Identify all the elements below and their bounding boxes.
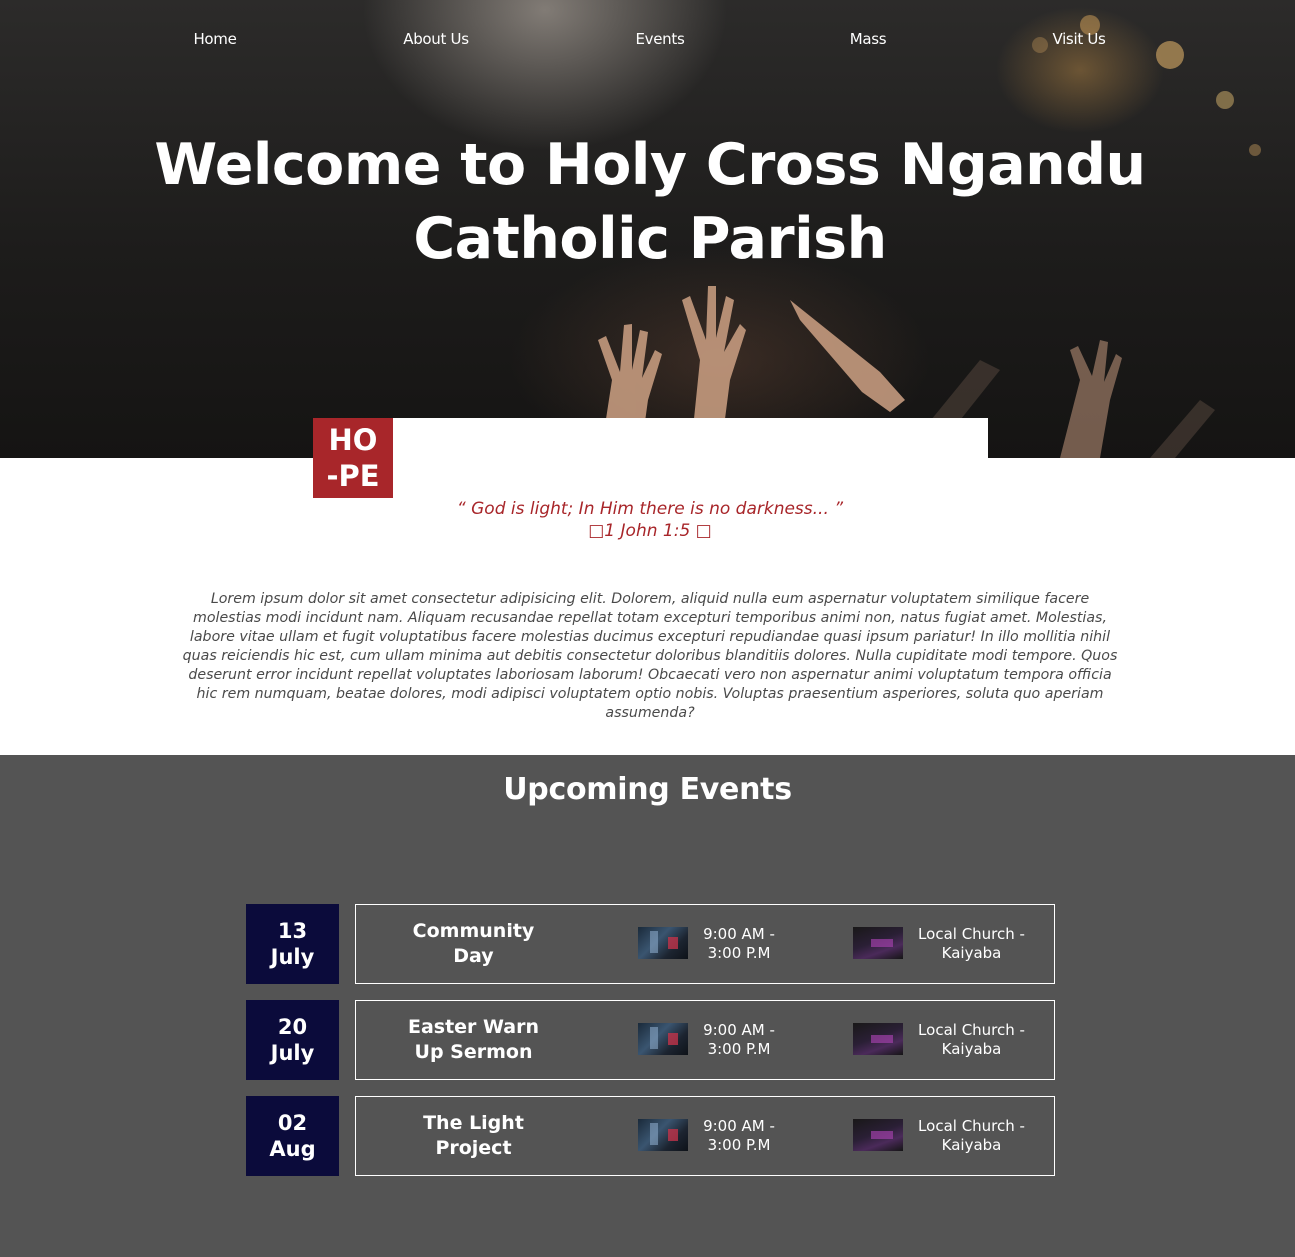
event-day: 20: [277, 1015, 308, 1039]
hero-title-line1: Welcome to Holy Cross Ngandu: [154, 132, 1146, 198]
hero-banner: Home About Us Events Mass Visit Us Welco…: [0, 0, 1295, 458]
event-location-line2: Kaiyaba: [941, 1040, 1002, 1058]
event-day: 13: [277, 919, 308, 943]
event-name-line1: Easter Warn: [407, 1016, 540, 1038]
nav-home-link[interactable]: Home: [193, 30, 236, 48]
event-time-line2: 3:00 P.M: [707, 1136, 771, 1154]
event-date: 20 July: [246, 1000, 339, 1080]
event-time-thumbnail: [638, 1023, 688, 1055]
main-nav: Home About Us Events Mass Visit Us: [0, 30, 1295, 52]
event-location-line1: Local Church -: [918, 925, 1025, 943]
event-month: Aug: [269, 1137, 316, 1161]
events-section: Upcoming Events 13 July Community Day 9:0…: [0, 755, 1295, 1257]
quote-text: “ God is light; In Him there is no darkn…: [456, 499, 844, 519]
event-name: The Light Project: [386, 1097, 561, 1175]
event-card[interactable]: Easter Warn Up Sermon 9:00 AM - 3:00 P.M …: [355, 1000, 1055, 1080]
event-time: 9:00 AM - 3:00 P.M: [694, 1117, 784, 1155]
event-date: 13 July: [246, 904, 339, 984]
event-month: July: [270, 945, 315, 969]
hope-badge-line1: HO: [328, 423, 378, 457]
hope-card: [313, 418, 988, 458]
hope-badge: HO -PE: [313, 418, 393, 498]
event-name: Community Day: [386, 905, 561, 983]
intro-paragraph: Lorem ipsum dolor sit amet consectetur a…: [182, 591, 1118, 721]
event-location: Local Church - Kaiyaba: [909, 1021, 1034, 1059]
events-title: Upcoming Events: [503, 772, 792, 807]
event-name-line2: Project: [435, 1137, 512, 1159]
event-card[interactable]: The Light Project 9:00 AM - 3:00 P.M Loca…: [355, 1096, 1055, 1176]
event-time-line2: 3:00 P.M: [707, 1040, 771, 1058]
event-name-line1: Community: [412, 920, 535, 942]
event-time: 9:00 AM - 3:00 P.M: [694, 1021, 784, 1059]
nav-mass-link[interactable]: Mass: [850, 30, 887, 48]
event-time-line1: 9:00 AM -: [703, 1021, 775, 1039]
event-location: Local Church - Kaiyaba: [909, 925, 1034, 963]
event-location-line2: Kaiyaba: [941, 944, 1002, 962]
event-name: Easter Warn Up Sermon: [386, 1001, 561, 1079]
event-location-thumbnail: [853, 927, 903, 959]
event-time-thumbnail: [638, 1119, 688, 1151]
event-time-line1: 9:00 AM -: [703, 1117, 775, 1135]
event-location-thumbnail: [853, 1119, 903, 1151]
quote-reference: □1 John 1:5 □: [588, 521, 712, 541]
event-name-line1: The Light: [423, 1112, 524, 1134]
event-location-thumbnail: [853, 1023, 903, 1055]
event-day: 02: [277, 1111, 308, 1135]
event-name-line2: Day: [453, 945, 494, 967]
event-location-line1: Local Church -: [918, 1021, 1025, 1039]
nav-visit-link[interactable]: Visit Us: [1052, 30, 1105, 48]
event-name-line2: Up Sermon: [414, 1041, 533, 1063]
scripture-quote: “ God is light; In Him there is no darkn…: [300, 498, 1000, 542]
event-time-line1: 9:00 AM -: [703, 925, 775, 943]
event-location-line2: Kaiyaba: [941, 1136, 1002, 1154]
event-time-thumbnail: [638, 927, 688, 959]
event-location-line1: Local Church -: [918, 1117, 1025, 1135]
nav-events-link[interactable]: Events: [636, 30, 685, 48]
event-date: 02 Aug: [246, 1096, 339, 1176]
event-time-line2: 3:00 P.M: [707, 944, 771, 962]
nav-about-link[interactable]: About Us: [403, 30, 469, 48]
hero-title: Welcome to Holy Cross Ngandu Catholic Pa…: [150, 128, 1150, 276]
hope-badge-line2: -PE: [326, 459, 380, 493]
event-month: July: [270, 1041, 315, 1065]
event-location: Local Church - Kaiyaba: [909, 1117, 1034, 1155]
hero-title-line2: Catholic Parish: [413, 206, 887, 272]
event-time: 9:00 AM - 3:00 P.M: [694, 925, 784, 963]
event-card[interactable]: Community Day 9:00 AM - 3:00 P.M Local Ch…: [355, 904, 1055, 984]
